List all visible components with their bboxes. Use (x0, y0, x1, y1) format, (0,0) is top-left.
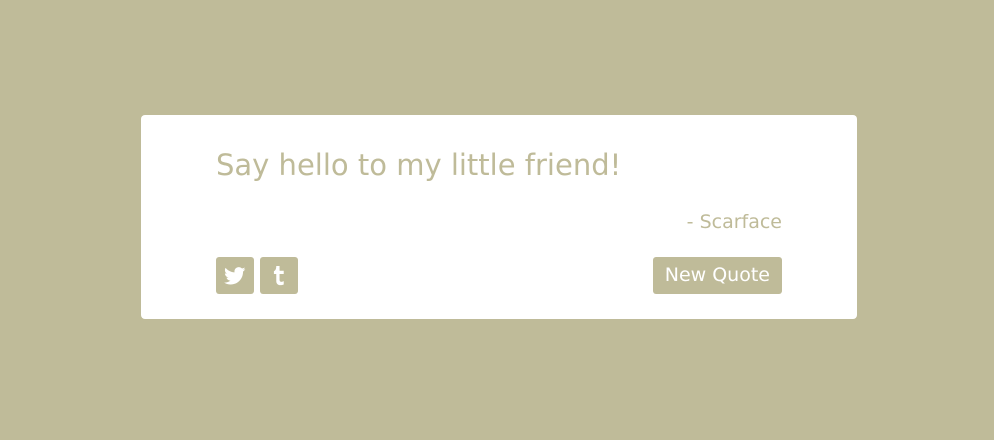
quote-text: Say hello to my little friend! (216, 148, 622, 182)
twitter-icon (224, 266, 246, 285)
tumblr-share-button[interactable] (260, 257, 298, 294)
quote-author: - Scarface (686, 211, 782, 233)
quote-card: Say hello to my little friend! - Scarfac… (141, 115, 857, 319)
tumblr-icon (272, 265, 286, 286)
new-quote-button[interactable]: New Quote (652, 257, 782, 294)
tweet-quote-button[interactable] (216, 257, 254, 294)
